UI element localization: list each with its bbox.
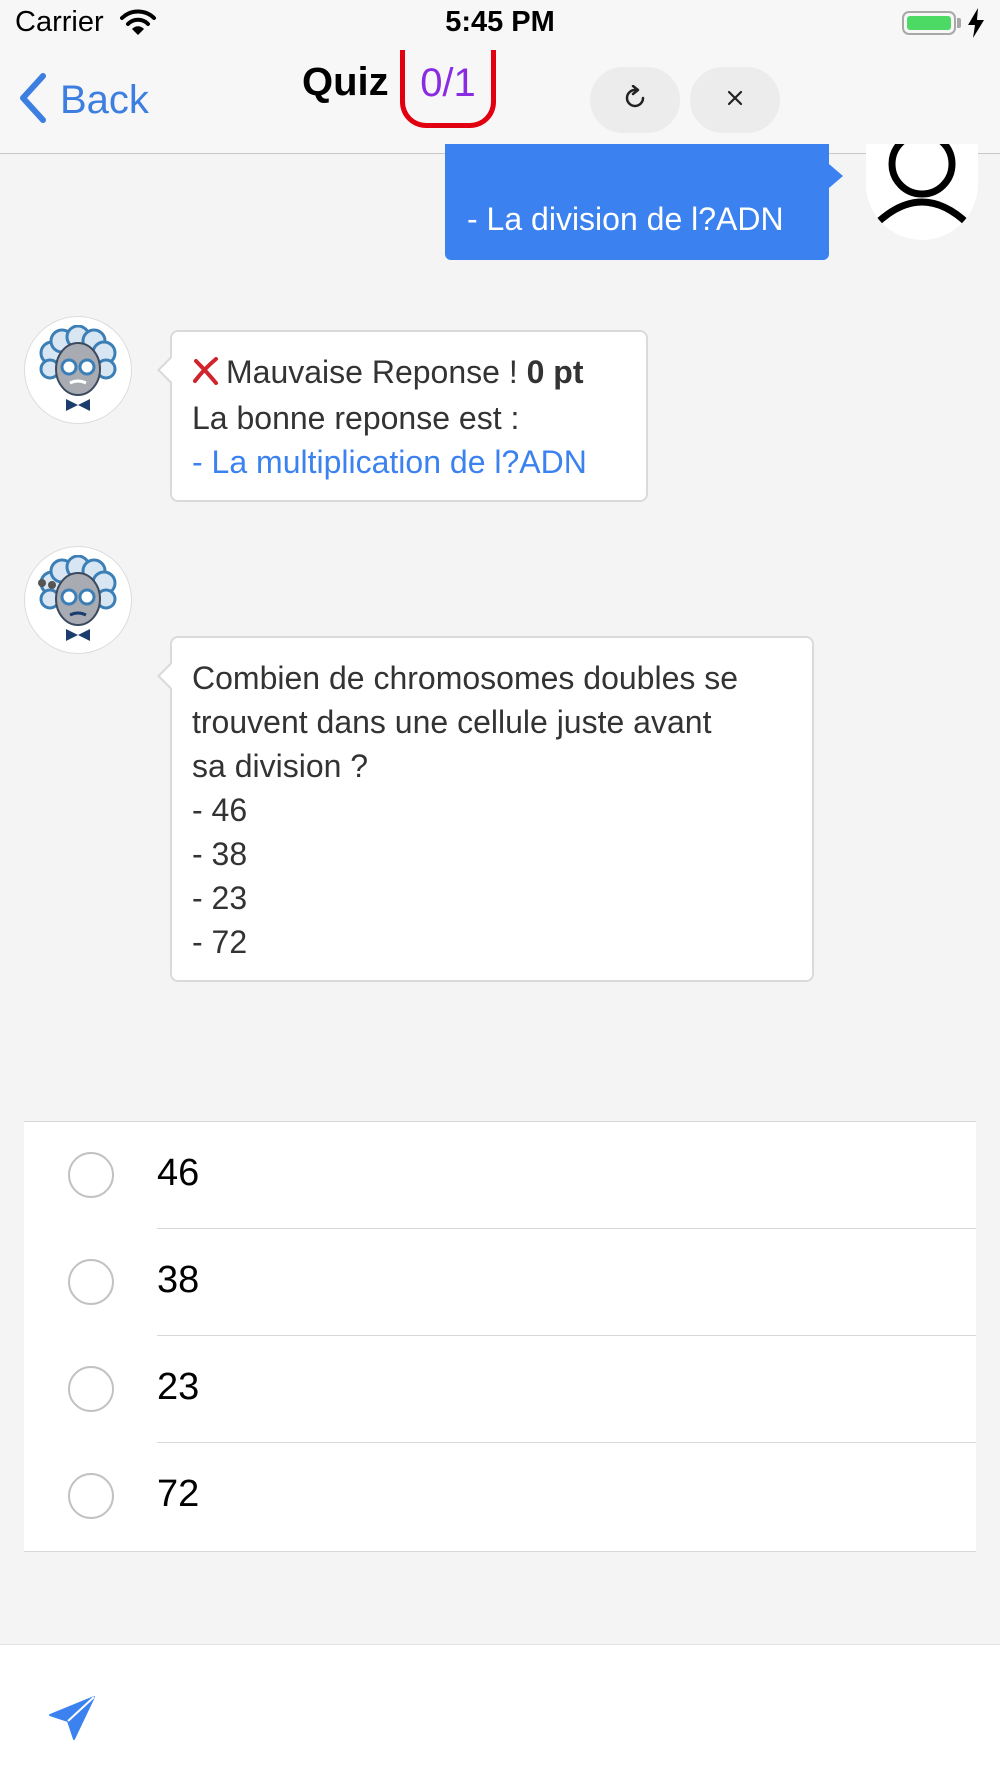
question-option-line: - 38 — [192, 836, 248, 872]
bot-avatar — [24, 316, 132, 424]
user-silhouette-icon — [872, 144, 972, 228]
user-message-text: - La division de l?ADN — [467, 201, 784, 237]
page-title: Quiz — [302, 60, 389, 104]
wrong-x-icon — [192, 352, 220, 396]
refresh-icon — [622, 84, 648, 116]
question-option-line: - 23 — [192, 880, 248, 916]
answer-label: 72 — [157, 1473, 200, 1515]
charging-bolt-icon — [968, 8, 984, 43]
answer-list: 46 38 23 72 — [24, 1121, 976, 1552]
refresh-button[interactable] — [590, 67, 680, 133]
status-time: 5:45 PM — [445, 6, 555, 38]
question-option-line: - 46 — [192, 792, 248, 828]
battery-icon — [902, 11, 956, 35]
send-icon — [48, 1696, 96, 1745]
answer-label: 23 — [157, 1366, 200, 1408]
close-button[interactable] — [690, 67, 780, 133]
answer-option[interactable]: 23 — [24, 1336, 976, 1443]
status-bar: Carrier 5:45 PM — [0, 0, 1000, 50]
answer-label: 38 — [157, 1259, 200, 1301]
question-line: Combien de chromosomes doubles se — [192, 660, 739, 696]
professor-icon — [39, 325, 117, 411]
question-option-line: - 72 — [192, 924, 248, 960]
answer-option[interactable]: 72 — [24, 1443, 976, 1550]
chevron-left-icon — [18, 72, 48, 128]
feedback-points: 0 pt — [526, 354, 584, 390]
close-icon — [726, 89, 744, 112]
question-line: trouvent dans une cellule juste avant — [192, 704, 712, 740]
answer-option[interactable]: 46 — [24, 1122, 976, 1229]
chat-area[interactable]: - La division de l?ADN Mauvaise Reponse … — [0, 144, 1000, 1114]
radio-button[interactable] — [68, 1259, 114, 1305]
radio-button[interactable] — [68, 1152, 114, 1198]
user-avatar — [866, 144, 978, 240]
nav-bar: Back Quiz 0/1 — [0, 50, 1000, 154]
bot-avatar — [24, 546, 132, 654]
user-message-bubble: - La division de l?ADN — [445, 144, 843, 260]
radio-button[interactable] — [68, 1473, 114, 1519]
score-value: 0/1 — [420, 61, 476, 105]
professor-icon — [38, 555, 117, 641]
feedback-bubble: Mauvaise Reponse ! 0 pt La bonne reponse… — [157, 330, 648, 502]
radio-button[interactable] — [68, 1366, 114, 1412]
back-label: Back — [60, 77, 149, 122]
feedback-text: Mauvaise Reponse ! — [226, 354, 518, 390]
send-button[interactable] — [48, 1695, 96, 1746]
input-bar — [0, 1644, 1000, 1779]
answer-option[interactable]: 38 — [24, 1229, 976, 1336]
question-bubble: Combien de chromosomes doubles se trouve… — [157, 636, 814, 982]
battery-nub — [957, 18, 961, 28]
answer-label: 46 — [157, 1152, 200, 1194]
correct-answer-text: - La multiplication de l?ADN — [192, 444, 587, 480]
correct-answer-intro: La bonne reponse est : — [192, 400, 520, 436]
back-button[interactable]: Back — [18, 72, 149, 128]
question-line: sa division ? — [192, 748, 369, 784]
score-badge: 0/1 — [400, 50, 496, 128]
